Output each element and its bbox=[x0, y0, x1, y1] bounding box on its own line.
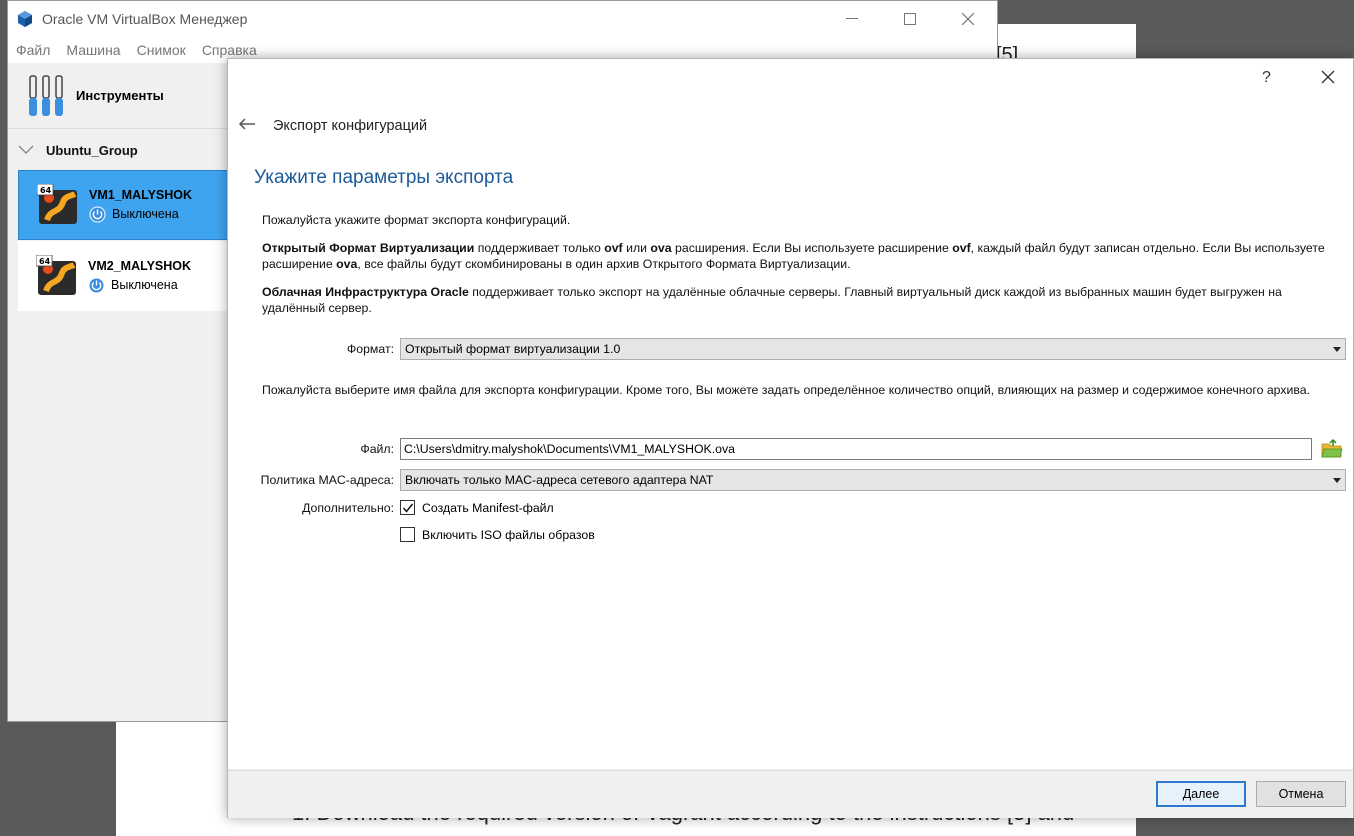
format-select[interactable]: Открытый формат виртуализации 1.0 bbox=[400, 338, 1346, 360]
page-title: Укажите параметры экспорта bbox=[254, 167, 514, 188]
mac-policy-label: Политика MAC-адреса: bbox=[260, 473, 394, 487]
export-appliance-dialog: ? Экспорт конфигураций Укажите параметры… bbox=[227, 58, 1354, 818]
file-intro-text: Пожалуйста выберите имя файла для экспор… bbox=[262, 383, 1311, 397]
dialog-content: ? Экспорт конфигураций Укажите параметры… bbox=[228, 59, 1353, 769]
file-path-input[interactable]: C:\Users\dmitry.malyshok\Documents\VM1_M… bbox=[400, 438, 1312, 460]
vm-list-item-vm1[interactable]: 64 VM1_MALYSHOK Выключена bbox=[18, 170, 230, 240]
svg-text:64: 64 bbox=[40, 186, 52, 195]
vm-state: Выключена bbox=[111, 278, 178, 292]
menu-help[interactable]: Справка bbox=[202, 42, 257, 58]
dialog-breadcrumb: Экспорт конфигураций bbox=[273, 118, 428, 134]
dropdown-arrow-icon bbox=[1333, 347, 1341, 352]
vm-name: VM2_MALYSHOK bbox=[88, 258, 192, 273]
close-icon bbox=[962, 13, 974, 25]
menu-file[interactable]: Файл bbox=[16, 42, 50, 58]
vm-os-icon: 64 bbox=[36, 183, 79, 226]
folder-browse-icon[interactable] bbox=[1321, 438, 1343, 460]
additional-label: Дополнительно: bbox=[302, 501, 394, 515]
minimize-button[interactable] bbox=[823, 1, 881, 37]
iso-checkbox-label: Включить ISO файлы образов bbox=[422, 527, 595, 542]
vm-name: VM1_MALYSHOK bbox=[89, 187, 193, 202]
iso-checkbox-row[interactable]: Включить ISO файлы образов bbox=[400, 527, 595, 542]
power-off-icon bbox=[89, 206, 106, 222]
next-button[interactable]: Далее bbox=[1156, 781, 1246, 807]
vm-list-item-vm2[interactable]: 64 VM2_MALYSHOK Выключена bbox=[18, 241, 230, 311]
virtualbox-app-icon bbox=[18, 11, 32, 27]
power-off-icon bbox=[88, 277, 105, 293]
maximize-icon bbox=[904, 13, 916, 25]
tools-label: Инструменты bbox=[76, 88, 164, 103]
manifest-checkbox-label: Создать Manifest-файл bbox=[422, 500, 554, 515]
maximize-button[interactable] bbox=[881, 1, 939, 37]
minimize-icon bbox=[846, 18, 858, 19]
manager-title: Oracle VM VirtualBox Менеджер bbox=[42, 11, 248, 27]
back-arrow-icon[interactable] bbox=[238, 117, 256, 131]
close-icon[interactable] bbox=[1318, 67, 1338, 87]
vm-state: Выключена bbox=[112, 207, 179, 221]
ovf-description: Открытый Формат Виртуализации поддержива… bbox=[262, 241, 1325, 271]
vm-os-icon: 64 bbox=[35, 254, 78, 297]
manifest-checkbox-row[interactable]: Создать Manifest-файл bbox=[400, 500, 554, 515]
file-label: Файл: bbox=[360, 442, 394, 456]
format-label: Формат: bbox=[346, 342, 394, 356]
tools-icon bbox=[29, 74, 63, 116]
cloud-description: Облачная Инфраструктура Oracle поддержив… bbox=[262, 285, 1282, 315]
checkmark-icon bbox=[402, 503, 414, 513]
manifest-checkbox[interactable] bbox=[400, 500, 415, 515]
svg-text:64: 64 bbox=[39, 257, 51, 266]
vm-group-header[interactable]: Ubuntu_Group bbox=[8, 131, 228, 169]
manager-titlebar: Oracle VM VirtualBox Менеджер bbox=[8, 1, 997, 37]
cancel-button[interactable]: Отмена bbox=[1256, 781, 1346, 807]
dropdown-arrow-icon bbox=[1333, 478, 1341, 483]
close-window-button[interactable] bbox=[939, 1, 997, 37]
mac-policy-select[interactable]: Включать только MAC-адреса сетевого адап… bbox=[400, 469, 1346, 491]
dialog-footer: Далее Отмена bbox=[228, 770, 1353, 818]
help-button[interactable]: ? bbox=[1262, 69, 1271, 87]
chevron-down-icon bbox=[18, 145, 34, 154]
menu-machine[interactable]: Машина bbox=[66, 42, 120, 58]
vm-group-name: Ubuntu_Group bbox=[46, 142, 138, 158]
intro-text: Пожалуйста укажите формат экспорта конфи… bbox=[262, 213, 571, 227]
iso-checkbox[interactable] bbox=[400, 527, 415, 542]
menu-snapshot[interactable]: Снимок bbox=[137, 42, 186, 58]
